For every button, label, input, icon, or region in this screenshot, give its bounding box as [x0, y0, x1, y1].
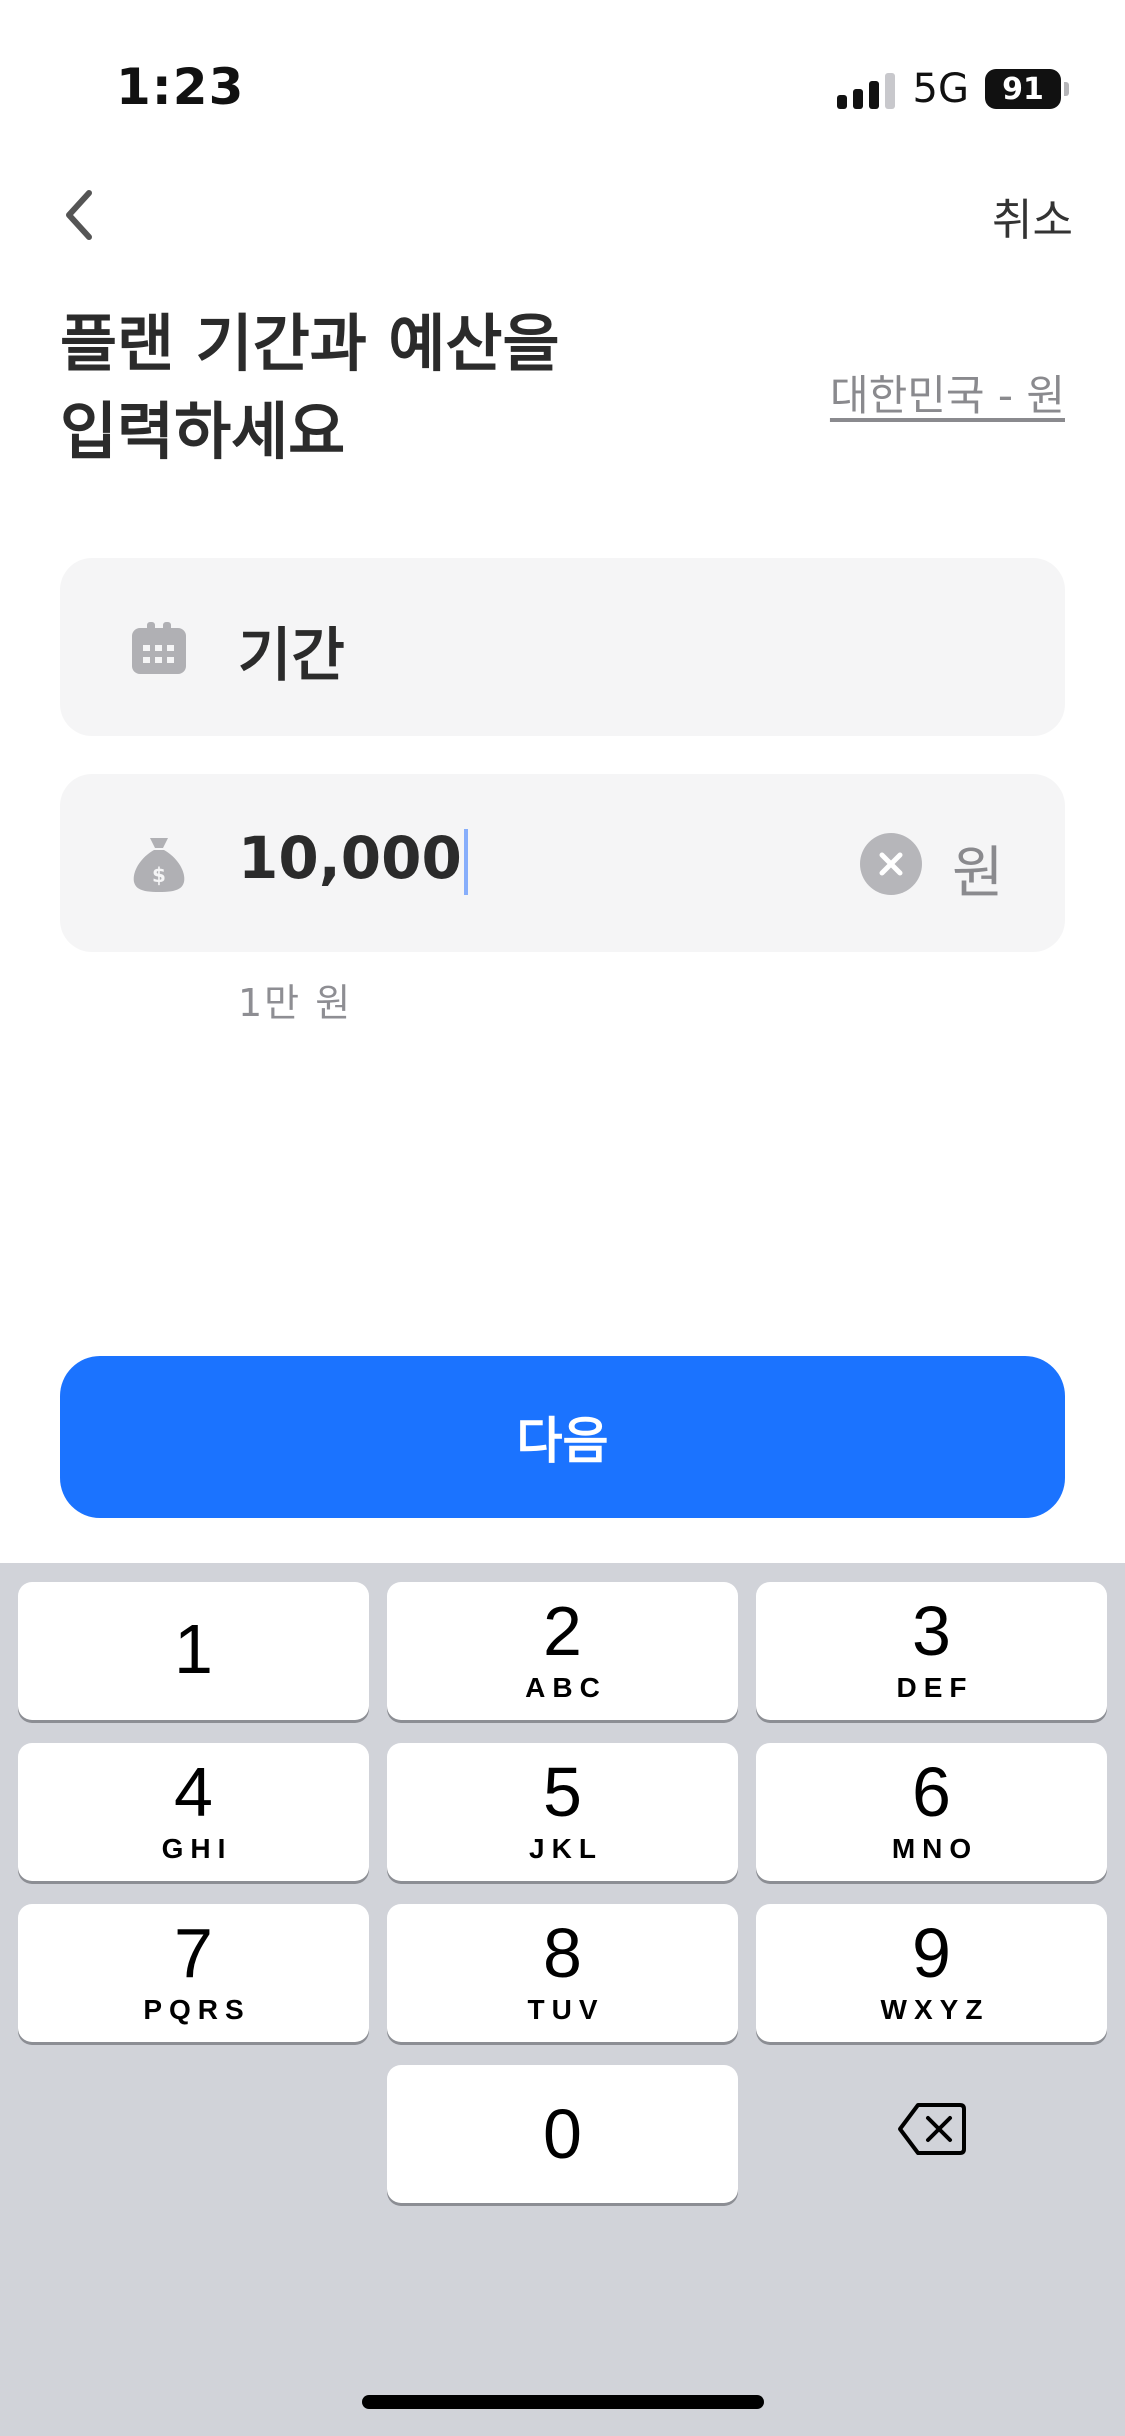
money-bag-icon: $ — [133, 838, 185, 892]
budget-value: 10,000 — [238, 824, 462, 892]
key-2[interactable]: 2 ABC — [387, 1582, 738, 1720]
text-cursor — [463, 828, 468, 895]
status-indicators: 5G 91 — [836, 66, 1069, 112]
key-letters: TUV — [527, 1994, 605, 2025]
battery-icon: 91 — [985, 69, 1069, 109]
budget-helper-text: 1만 원 — [238, 981, 353, 1025]
key-digit: 1 — [174, 1610, 213, 1688]
chevron-left-icon — [66, 190, 92, 240]
period-placeholder: 기간 — [238, 621, 345, 689]
key-letters: ABC — [525, 1672, 607, 1703]
budget-input[interactable]: 10,000 — [238, 824, 468, 895]
calendar-icon — [132, 622, 186, 674]
key-0[interactable]: 0 — [387, 2065, 738, 2203]
backspace-icon — [897, 2103, 966, 2155]
key-digit: 6 — [912, 1753, 951, 1831]
battery-level: 91 — [985, 69, 1061, 109]
back-button[interactable] — [48, 180, 108, 250]
key-4[interactable]: 4 GHI — [18, 1743, 369, 1881]
screen: 1:23 5G 91 취소 플랜 기간과 예산을 입력하세요 대한민국 - 원 … — [0, 0, 1125, 2436]
key-letters: MNO — [891, 1833, 979, 1864]
key-3[interactable]: 3 DEF — [756, 1582, 1107, 1720]
key-6[interactable]: 6 MNO — [756, 1743, 1107, 1881]
key-digit: 4 — [174, 1753, 213, 1831]
key-letters: JKL — [529, 1833, 603, 1864]
close-icon — [879, 852, 903, 876]
key-letters: PQRS — [143, 1994, 251, 2025]
period-field[interactable]: 기간 — [60, 558, 1065, 736]
clear-button[interactable] — [860, 833, 922, 895]
key-digit: 8 — [543, 1914, 582, 1992]
delete-key[interactable] — [756, 2060, 1107, 2198]
key-5[interactable]: 5 JKL — [387, 1743, 738, 1881]
status-time: 1:23 — [116, 58, 245, 116]
key-7[interactable]: 7 PQRS — [18, 1904, 369, 2042]
key-digit: 2 — [543, 1592, 582, 1670]
network-type: 5G — [912, 66, 969, 112]
key-digit: 3 — [912, 1592, 951, 1670]
key-8[interactable]: 8 TUV — [387, 1904, 738, 2042]
key-letters: GHI — [161, 1833, 233, 1864]
next-button[interactable]: 다음 — [60, 1356, 1065, 1518]
key-letters: DEF — [896, 1672, 974, 1703]
key-digit: 5 — [543, 1753, 582, 1831]
key-digit: 7 — [174, 1914, 213, 1992]
signal-icon — [836, 69, 895, 109]
svg-text:$: $ — [152, 863, 166, 887]
currency-unit: 원 — [952, 841, 1004, 906]
key-9[interactable]: 9 WXYZ — [756, 1904, 1107, 2042]
key-letters: WXYZ — [880, 1994, 990, 2025]
home-indicator[interactable] — [362, 2395, 764, 2409]
budget-field[interactable]: $ 10,000 원 — [60, 774, 1065, 952]
page-title: 플랜 기간과 예산을 입력하세요 — [60, 307, 560, 469]
cancel-button[interactable]: 취소 — [992, 184, 1073, 248]
key-digit: 0 — [543, 2095, 582, 2173]
region-currency-link[interactable]: 대한민국 - 원 — [830, 362, 1065, 423]
key-1[interactable]: 1 — [18, 1582, 369, 1720]
key-digit: 9 — [912, 1914, 951, 1992]
